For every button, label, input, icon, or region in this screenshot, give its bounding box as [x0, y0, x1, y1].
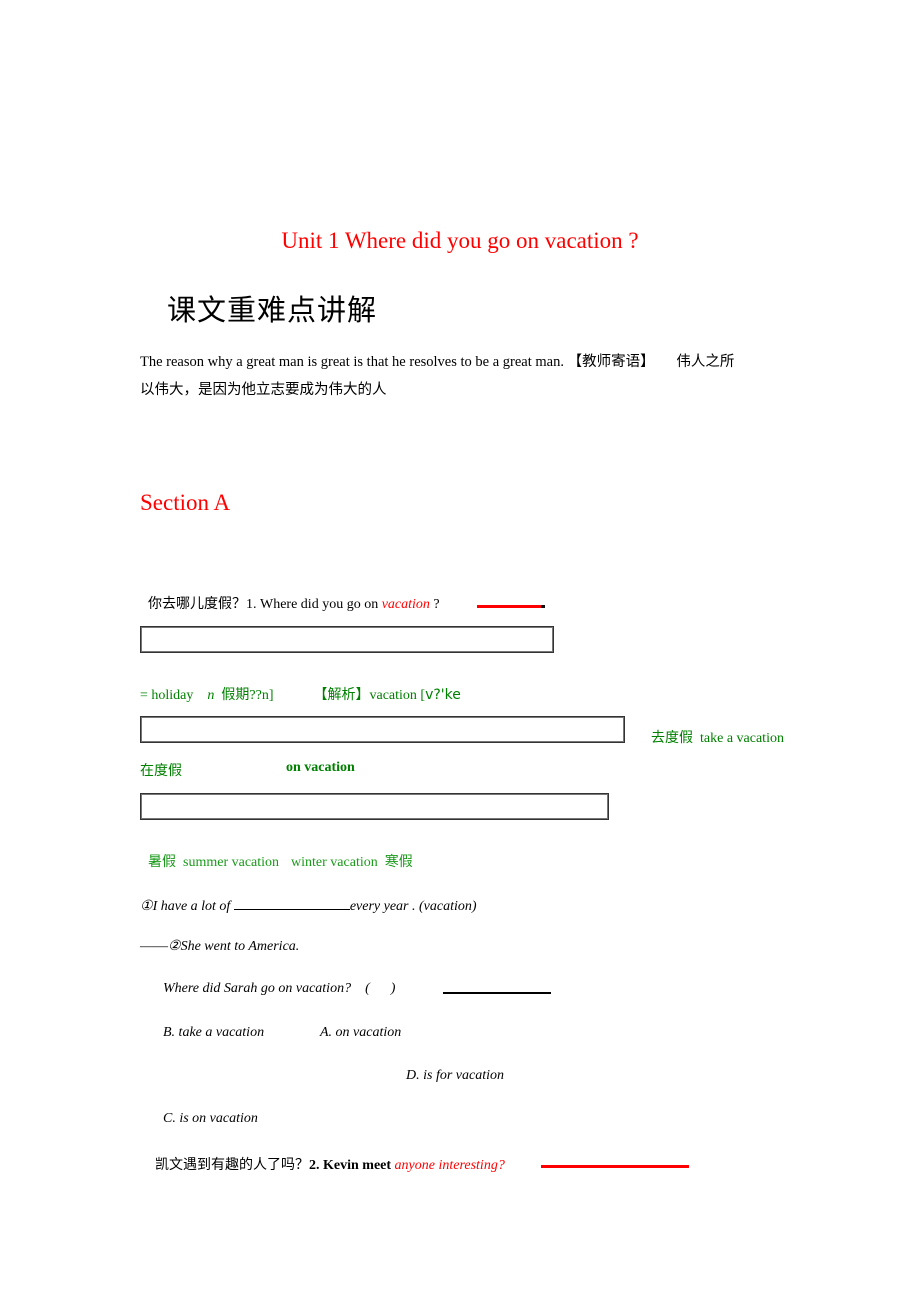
- vocab-pos: n: [207, 688, 215, 703]
- exercise-2-dash: ——: [140, 939, 168, 954]
- exercise-2-number: ②: [168, 939, 181, 954]
- phrase-on-vacation-en: on vacation: [286, 760, 355, 775]
- option-a: A. on vacation: [320, 1025, 402, 1040]
- question-2-bold: 2. Kevin meet: [309, 1158, 395, 1173]
- exercise-1-blank[interactable]: [233, 895, 350, 910]
- question-1-keyword: vacation: [381, 597, 430, 612]
- phrase-take-vacation-cn: 去度假: [651, 731, 693, 746]
- analysis-tag: 【解析】: [313, 688, 370, 703]
- exercise-1-prefix: I have a lot of: [152, 899, 234, 914]
- summer-en: summer vacation: [183, 855, 280, 870]
- question-2-answer-line: [541, 1165, 689, 1168]
- winter-en: winter vacation: [291, 855, 378, 870]
- document-title: Unit 1 Where did you go on vacation ?: [281, 228, 639, 253]
- vocab-meaning: 假期??n]: [221, 688, 274, 703]
- exercise-1-number: ①: [140, 899, 153, 914]
- vocab-holiday: = holiday: [140, 688, 194, 703]
- question-2-chinese: 凯文遇到有趣的人了吗？: [155, 1158, 309, 1173]
- question-2: 凯文遇到有趣的人了吗？2. Kevin meet anyone interest…: [155, 1154, 505, 1174]
- exercise-3-answer-line: [443, 992, 551, 994]
- winter-cn: 寒假: [384, 855, 413, 870]
- option-d: D. is for vacation: [406, 1068, 504, 1083]
- motto-chinese-start: 伟人之所: [676, 354, 735, 370]
- exercise-1-suffix: every year . (vacation): [349, 899, 477, 914]
- phrase-take-vacation-en: take a vacation: [700, 731, 784, 746]
- teacher-motto-line1: The reason why a great man is great is t…: [140, 350, 734, 371]
- section-title: Section A: [140, 490, 231, 515]
- answer-box-1[interactable]: [140, 626, 554, 653]
- question-1-chinese: 你去哪儿度假？: [148, 597, 246, 612]
- summer-cn: 暑假: [148, 855, 176, 870]
- question-2-keyword: anyone interesting?: [394, 1158, 505, 1173]
- lesson-heading: 课文重难点讲解: [167, 293, 378, 327]
- question-1-suffix: ?: [429, 597, 440, 612]
- question-1-answer-line-end: [541, 605, 545, 608]
- answer-box-3[interactable]: [140, 793, 609, 820]
- motto-tag: 【教师寄语】: [567, 354, 655, 370]
- option-b: B. take a vacation: [163, 1025, 265, 1040]
- exercise-2: ——②She went to America.: [140, 938, 299, 955]
- motto-english: The reason why a great man is great is t…: [140, 354, 564, 370]
- phrase-summer-winter-row: 暑假 summer vacation winter vacation 寒假: [148, 851, 413, 871]
- phrase-on-vacation-cn: 在度假: [140, 764, 182, 779]
- vocab-holiday-row: = holiday n 假期??n] 【解析】vacation [v?'ke: [140, 684, 461, 704]
- vocab-phonetic: v?'ke: [425, 687, 461, 703]
- answer-box-2[interactable]: [140, 716, 625, 743]
- exercise-3-question: Where did Sarah go on vacation? ( ): [163, 981, 396, 996]
- option-c: C. is on vacation: [163, 1111, 258, 1126]
- question-1-answer-line: [477, 605, 541, 608]
- phrase-take-vacation: 去度假 take a vacation: [651, 727, 784, 747]
- question-1-prefix: 1. Where did you go on: [246, 597, 382, 612]
- vocab-word: vacation [: [369, 688, 426, 703]
- teacher-motto-line2: 以伟大，是因为他立志要成为伟大的人: [140, 382, 387, 398]
- question-1: 你去哪儿度假？1. Where did you go on vacation ?: [148, 593, 440, 613]
- exercise-1: ①I have a lot of every year . (vacation): [140, 895, 477, 915]
- exercise-2-text: She went to America.: [180, 939, 300, 954]
